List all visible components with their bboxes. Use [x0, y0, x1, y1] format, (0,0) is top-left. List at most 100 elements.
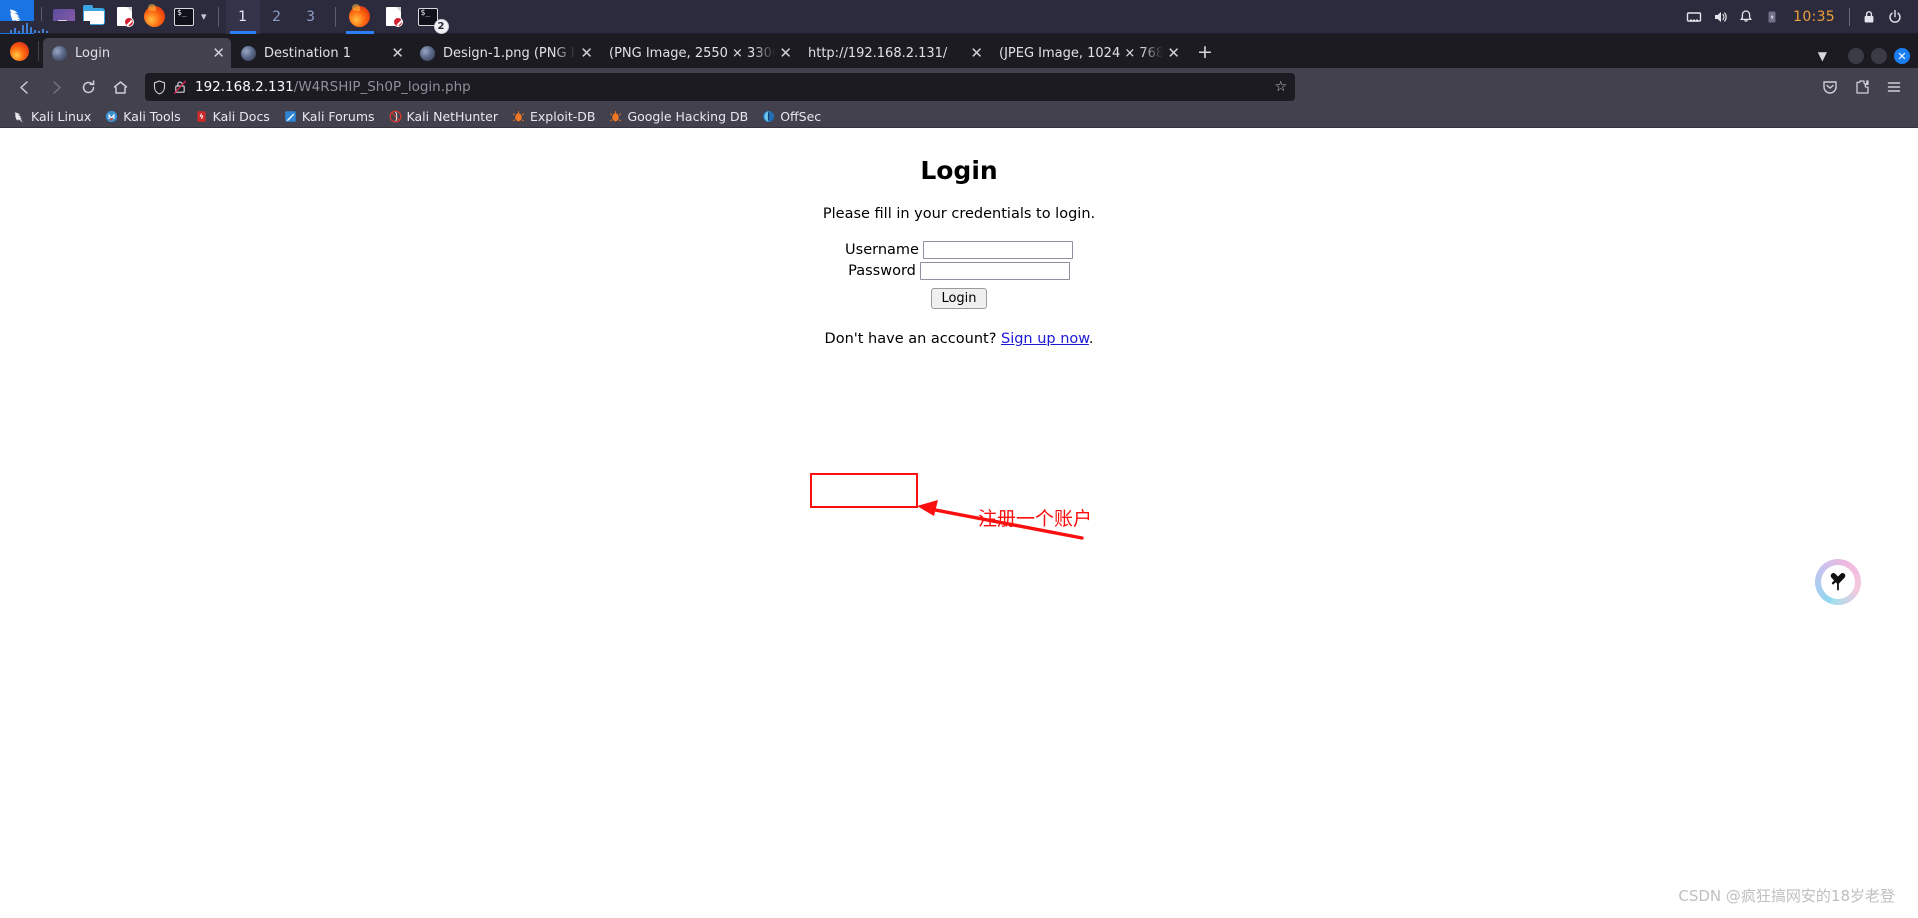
username-label: Username [845, 242, 919, 258]
offsec-icon [763, 110, 775, 123]
address-bar-text[interactable]: 192.168.2.131/W4RSHIP_Sh0P_login.php [195, 79, 471, 95]
browser-tab-http-192-168-2-131[interactable]: http://192.168.2.131/ ✕ [799, 38, 989, 68]
bookmark-kali-nethunter[interactable]: Kali NetHunter [382, 106, 505, 128]
assistant-widget-button[interactable] [1815, 559, 1861, 605]
tab-close-icon[interactable]: ✕ [391, 45, 404, 61]
launcher-firefox[interactable] [139, 0, 169, 34]
workspace-label: 3 [306, 8, 315, 25]
tab-favicon-icon [420, 45, 435, 61]
window-maximize-button[interactable] [1871, 48, 1887, 64]
password-input[interactable] [919, 262, 1070, 280]
tab-close-icon[interactable]: ✕ [779, 45, 792, 61]
workspace-label: 2 [272, 8, 281, 25]
tab-close-icon[interactable]: ✕ [580, 45, 593, 61]
address-bar[interactable]: 192.168.2.131/W4RSHIP_Sh0P_login.php ☆ [145, 73, 1295, 101]
assistant-widget-inner [1821, 565, 1855, 599]
lock-screen-icon[interactable] [1856, 0, 1882, 34]
launcher-root-terminal[interactable] [169, 0, 199, 34]
bookmark-kali-tools[interactable]: Kali Tools [98, 106, 187, 128]
signup-link[interactable]: Sign up now [1001, 331, 1089, 347]
bookmark-label: Kali Linux [31, 109, 92, 124]
task-text-editor[interactable] [377, 0, 411, 34]
username-row: Username [0, 241, 1918, 259]
tab-close-icon[interactable]: ✕ [1167, 45, 1180, 61]
tab-close-icon[interactable]: ✕ [212, 45, 225, 61]
pocket-icon[interactable] [1814, 72, 1846, 102]
workspace-button-1[interactable]: 1 [225, 0, 260, 34]
document-icon [116, 7, 134, 27]
task-count-badge: 2 [433, 18, 449, 34]
workspace-button-3[interactable]: 3 [294, 0, 328, 34]
firefox-window: Login ✕ Destination 1 ✕ Design-1.png (PN… [0, 34, 1918, 918]
kali-tools-icon [106, 110, 118, 123]
exploit-db-icon [512, 111, 525, 122]
bookmark-kali-forums[interactable]: Kali Forums [277, 106, 382, 128]
volume-icon[interactable] [1707, 0, 1733, 34]
bookmark-label: Google Hacking DB [627, 109, 749, 124]
new-tab-button[interactable]: + [1187, 41, 1223, 68]
browser-tab-login[interactable]: Login ✕ [43, 38, 231, 68]
page-title: Login [920, 156, 998, 185]
bookmark-exploit-db[interactable]: Exploit-DB [505, 106, 602, 128]
app-menu-icon[interactable] [1878, 72, 1910, 102]
launcher-text-editor[interactable] [109, 0, 139, 34]
system-tray: 10:35 [1681, 0, 1918, 34]
tab-label: Destination 1 [264, 45, 352, 61]
reload-button[interactable] [72, 72, 104, 102]
network-icon[interactable] [1681, 0, 1707, 34]
browser-tab-png-image-2550[interactable]: (PNG Image, 2550 × 3300 pix ✕ [600, 38, 798, 68]
extensions-icon[interactable] [1846, 72, 1878, 102]
url-host: 192.168.2.131 [195, 79, 294, 95]
firefox-window-icon [4, 34, 34, 68]
tab-close-icon[interactable]: ✕ [970, 45, 983, 61]
launcher-chevron-down-icon[interactable]: ▾ [201, 10, 207, 23]
navigation-toolbar: 192.168.2.131/W4RSHIP_Sh0P_login.php ☆ [0, 68, 1918, 106]
page-viewport: Login Please fill in your credentials to… [0, 128, 1918, 918]
list-all-tabs-icon[interactable]: ▼ [1804, 49, 1841, 63]
taskbar-divider-3 [334, 6, 336, 27]
firefox-icon [143, 6, 165, 27]
username-input[interactable] [922, 241, 1073, 259]
workspace-button-2[interactable]: 2 [260, 0, 294, 34]
tab-label: (PNG Image, 2550 × 3300 pix [609, 45, 775, 61]
task-firefox[interactable] [343, 0, 377, 34]
tab-strip: Login ✕ Destination 1 ✕ Design-1.png (PN… [0, 34, 1918, 68]
insecure-connection-lock-icon[interactable] [172, 79, 188, 95]
bookmark-kali-linux[interactable]: Kali Linux [6, 106, 98, 128]
window-close-button[interactable]: ✕ [1894, 48, 1910, 64]
bookmark-label: Kali NetHunter [406, 109, 499, 124]
bookmarks-toolbar: Kali Linux Kali Tools Kali Docs Kali For… [0, 106, 1918, 128]
signup-suffix-text: . [1088, 331, 1094, 347]
taskbar-clock[interactable]: 10:35 [1785, 9, 1843, 25]
bookmark-label: OffSec [780, 109, 822, 124]
task-terminal[interactable]: 2 [411, 0, 449, 34]
tab-favicon-icon [52, 45, 67, 61]
workspace-label: 1 [238, 8, 247, 25]
browser-tab-jpeg-image-1024[interactable]: (JPEG Image, 1024 × 768 pixe ✕ [990, 38, 1186, 68]
bookmark-google-hacking-db[interactable]: Google Hacking DB [602, 106, 755, 128]
bookmark-label: Kali Docs [212, 109, 270, 124]
kali-forums-icon [285, 111, 296, 122]
bookmark-kali-docs[interactable]: Kali Docs [188, 106, 277, 128]
logout-icon[interactable] [1882, 0, 1908, 34]
bookmark-star-icon[interactable]: ☆ [1274, 79, 1287, 95]
bookmark-label: Exploit-DB [530, 109, 596, 124]
back-button[interactable] [8, 72, 40, 102]
bookmark-label: Kali Forums [301, 109, 375, 124]
home-button[interactable] [104, 72, 136, 102]
bookmark-offsec[interactable]: OffSec [755, 106, 828, 128]
tri-arrow-logo-icon [1830, 573, 1846, 591]
window-minimize-button[interactable] [1848, 48, 1864, 64]
login-button[interactable]: Login [931, 288, 987, 309]
signup-prompt: Don't have an account? Sign up now. [0, 331, 1918, 347]
battery-icon[interactable] [1759, 0, 1785, 34]
tab-label: http://192.168.2.131/ [808, 45, 948, 61]
notifications-icon[interactable] [1733, 0, 1759, 34]
tracking-protection-shield-icon[interactable] [153, 79, 166, 95]
browser-tab-design-png[interactable]: Design-1.png (PNG Image ✕ [411, 38, 599, 68]
signup-prompt-text: Don't have an account? [824, 331, 1001, 347]
network-activity-graph [0, 21, 90, 33]
window-controls: ▼ ✕ [1804, 48, 1918, 68]
forward-button [40, 72, 72, 102]
browser-tab-destination-1[interactable]: Destination 1 ✕ [232, 38, 410, 68]
